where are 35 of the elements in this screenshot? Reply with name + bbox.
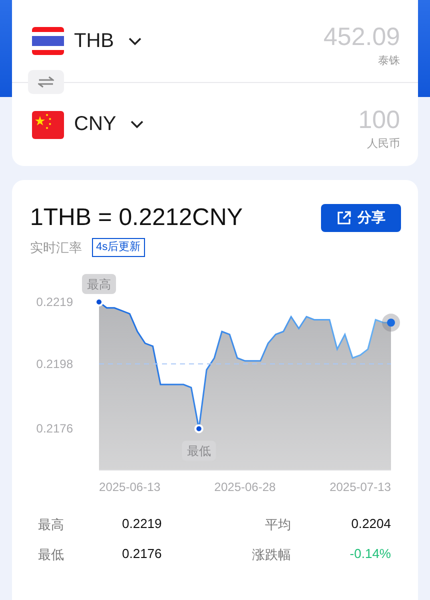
annotation: 最低 <box>186 444 211 458</box>
currency-name: 泰铢 <box>378 54 400 68</box>
y-axis-label: 0.2198 <box>36 356 73 371</box>
current-point <box>387 318 395 327</box>
chevron-down-icon <box>130 120 144 129</box>
share-icon <box>336 211 350 225</box>
currency-name: 人民币 <box>367 137 400 151</box>
stat-value: -0.14% <box>348 546 391 563</box>
share-button[interactable]: 分享 <box>321 204 401 232</box>
swap-button[interactable] <box>28 70 64 94</box>
update-badge: 4s后更新 <box>92 238 145 257</box>
annotation-label: 最高 <box>82 274 116 294</box>
rate-label: 实时汇率 <box>30 238 82 256</box>
exchange-rate: 1THB = 0.2212CNY <box>30 204 243 232</box>
thailand-flag-icon <box>32 27 64 55</box>
currency-selector[interactable]: THB <box>32 27 142 55</box>
stat-value: 0.2176 <box>122 546 163 563</box>
stat-label: 涨跌幅 <box>251 546 291 564</box>
swap-arrows-icon <box>38 76 54 88</box>
china-flag-icon <box>32 110 64 138</box>
chevron-down-icon <box>128 36 142 46</box>
currency-selector[interactable]: CNY <box>32 110 144 138</box>
stat-label: 最低 <box>38 546 65 564</box>
stat-value: 0.2219 <box>122 516 163 533</box>
stat-label: 平均 <box>264 516 291 534</box>
x-axis-label: 2025-06-28 <box>214 480 276 494</box>
y-axis-label: 0.2176 <box>36 422 73 436</box>
data-point <box>194 424 204 434</box>
stat-label: 最高 <box>38 516 65 534</box>
annotation: 最高 <box>87 278 111 292</box>
x-axis-label: 2025-06-13 <box>99 480 160 494</box>
y-axis-label: 0.2219 <box>36 295 73 309</box>
x-axis-label: 2025-07-13 <box>330 480 391 494</box>
data-point <box>94 298 104 306</box>
stat-value: 0.2204 <box>350 516 391 533</box>
